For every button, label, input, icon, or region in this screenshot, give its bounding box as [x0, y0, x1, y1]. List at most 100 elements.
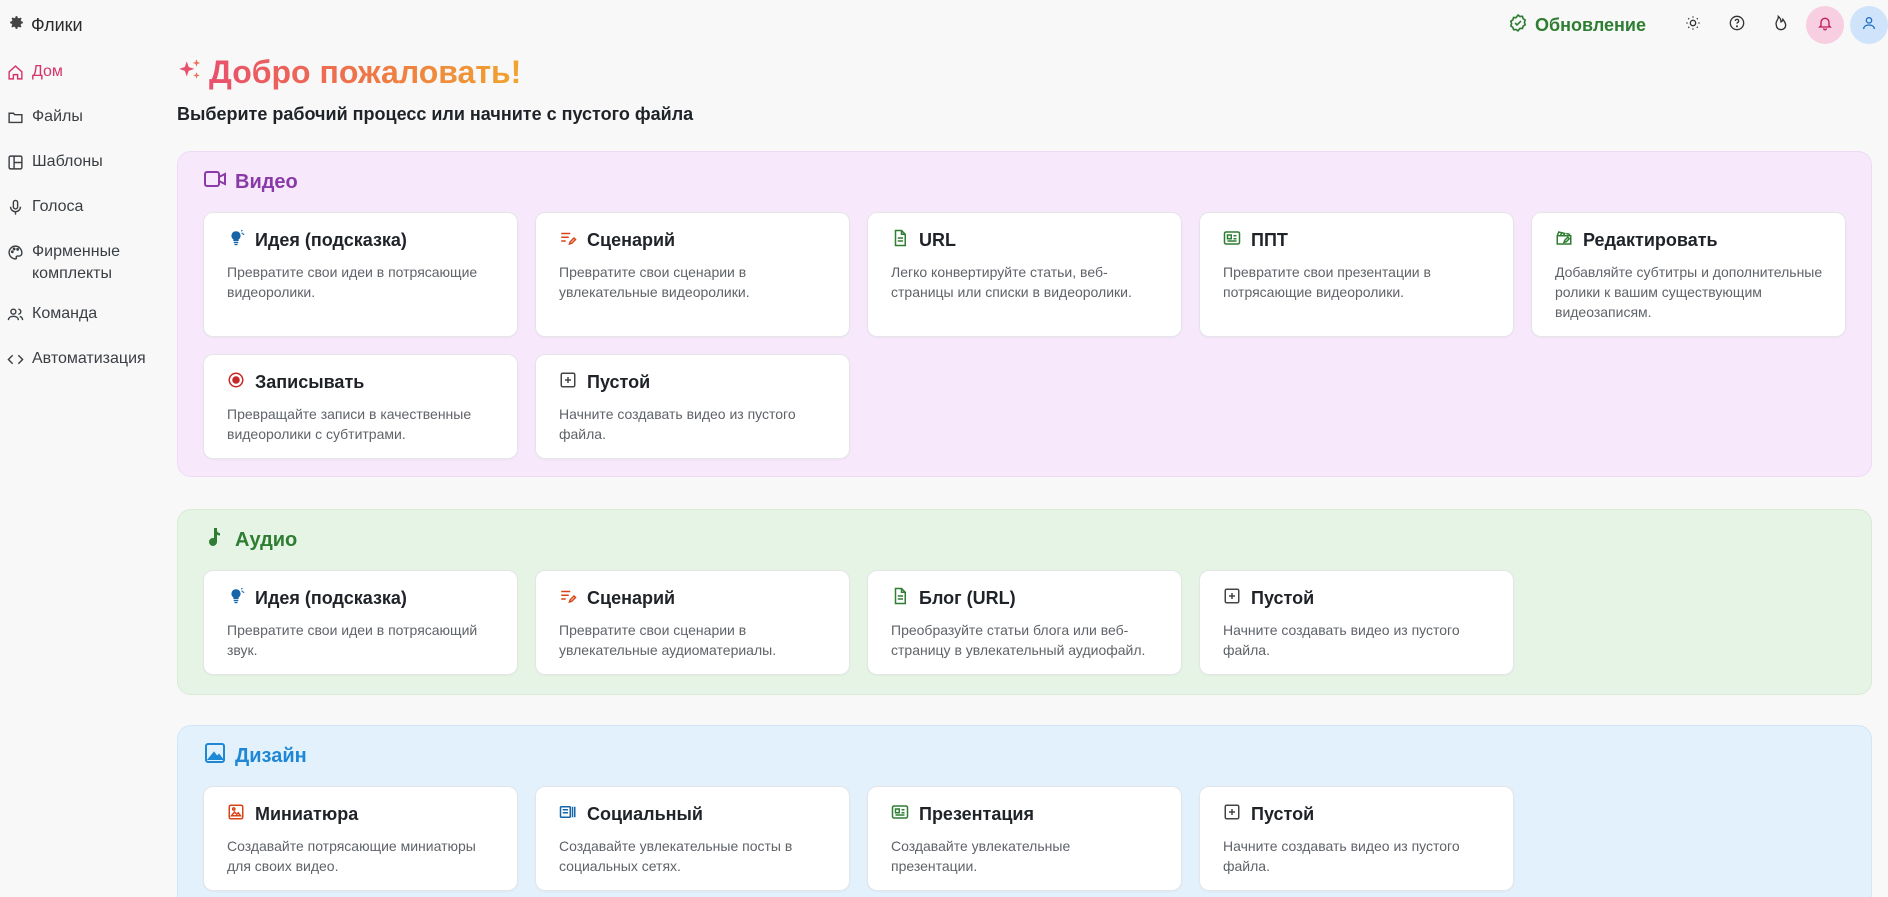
- user-menu-button[interactable]: [1850, 6, 1888, 44]
- card-description: Создавайте увлекательные посты в социаль…: [559, 838, 793, 874]
- flame-icon: [1773, 14, 1789, 36]
- audio-script-card[interactable]: Сценарий Превратите свои сценарии в увле…: [535, 570, 850, 675]
- audio-blog-url-card[interactable]: Блог (URL) Преобразуйте статьи блога или…: [867, 570, 1182, 675]
- document-icon: [891, 587, 909, 610]
- video-script-card[interactable]: Сценарий Превратите свои сценарии в увле…: [535, 212, 850, 337]
- gear-logo-icon: [8, 14, 25, 36]
- thumbnail-image-icon: [227, 803, 245, 826]
- audio-blank-card[interactable]: Пустой Начните создавать видео из пустог…: [1199, 570, 1514, 675]
- card-title: ППТ: [1251, 230, 1288, 250]
- sidebar-item-label: Фирменные комплекты: [32, 243, 120, 282]
- video-camera-icon: [203, 167, 227, 197]
- sidebar-item-label: Команда: [32, 305, 98, 322]
- design-cards: Миниатюра Создавайте потрясающие миниатю…: [203, 786, 1846, 891]
- design-presentation-card[interactable]: Презентация Создавайте увлекательные пре…: [867, 786, 1182, 891]
- video-section-title: Видео: [203, 168, 1846, 196]
- code-icon: [7, 348, 24, 375]
- sidebar-item-automation[interactable]: Автоматизация: [0, 339, 165, 384]
- notifications-button[interactable]: [1806, 6, 1844, 44]
- sidebar: Дом Файлы Шаблоны Голоса Фирменные компл…: [0, 52, 165, 384]
- topbar-controls: Обновление: [1508, 6, 1888, 44]
- card-title: Пустой: [1251, 804, 1315, 824]
- card-title: Сценарий: [587, 230, 676, 250]
- card-description: Превращайте записи в качественные видеор…: [227, 406, 472, 442]
- video-section: Видео Идея (подсказка) Превратите свои и…: [177, 151, 1872, 477]
- plus-square-icon: [1223, 803, 1241, 826]
- users-icon: [7, 303, 24, 330]
- sidebar-item-label: Файлы: [32, 108, 83, 125]
- sidebar-item-templates[interactable]: Шаблоны: [0, 142, 165, 187]
- folder-icon: [7, 106, 24, 133]
- sidebar-item-home[interactable]: Дом: [0, 52, 165, 97]
- welcome-title: Добро пожаловать!: [209, 53, 522, 90]
- lightbulb-icon: [227, 229, 245, 252]
- card-title: Редактировать: [1583, 230, 1718, 250]
- question-icon: [1729, 15, 1745, 36]
- audio-idea-card[interactable]: Идея (подсказка) Превратите свои идеи в …: [203, 570, 518, 675]
- app-logo[interactable]: Флики: [8, 14, 83, 36]
- section-label: Видео: [235, 170, 298, 193]
- document-icon: [891, 229, 909, 252]
- video-record-card[interactable]: Записывать Превращайте записи в качестве…: [203, 354, 518, 459]
- plus-square-icon: [1223, 587, 1241, 610]
- image-icon: [203, 741, 227, 771]
- update-button[interactable]: Обновление: [1508, 13, 1646, 38]
- design-social-card[interactable]: Социальный Создавайте увлекательные пост…: [535, 786, 850, 891]
- sidebar-item-label: Голоса: [32, 198, 84, 215]
- card-description: Превратите свои презентации в потрясающи…: [1223, 264, 1431, 300]
- card-title: Идея (подсказка): [255, 230, 407, 250]
- update-label: Обновление: [1535, 14, 1646, 35]
- script-edit-icon: [559, 587, 577, 610]
- design-thumbnail-card[interactable]: Миниатюра Создавайте потрясающие миниатю…: [203, 786, 518, 891]
- design-blank-card[interactable]: Пустой Начните создавать видео из пустог…: [1199, 786, 1514, 891]
- video-idea-card[interactable]: Идея (подсказка) Превратите свои идеи в …: [203, 212, 518, 337]
- page-subtitle: Выберите рабочий процесс или начните с п…: [177, 104, 694, 124]
- card-description: Начните создавать видео из пустого файла…: [1223, 838, 1460, 874]
- design-section-title: Дизайн: [203, 742, 1846, 770]
- card-title: Идея (подсказка): [255, 588, 407, 608]
- card-description: Начните создавать видео из пустого файла…: [559, 406, 796, 442]
- app-name: Флики: [31, 14, 83, 35]
- card-description: Создавайте увлекательные презентации.: [891, 838, 1071, 874]
- video-cards: Идея (подсказка) Превратите свои идеи в …: [203, 212, 1846, 459]
- sidebar-item-label: Автоматизация: [32, 350, 146, 367]
- social-post-icon: [559, 803, 577, 826]
- streak-button[interactable]: [1762, 6, 1800, 44]
- card-description: Преобразуйте статьи блога или веб-страни…: [891, 622, 1146, 658]
- section-label: Аудио: [235, 528, 298, 551]
- card-title: Пустой: [1251, 588, 1315, 608]
- video-edit-card[interactable]: Редактировать Добавляйте субтитры и допо…: [1531, 212, 1846, 337]
- main-content: Добро пожаловать! Выберите рабочий проце…: [177, 52, 1872, 897]
- plus-square-icon: [559, 371, 577, 394]
- mic-icon: [7, 196, 24, 223]
- check-badge-icon: [1508, 13, 1528, 38]
- palette-icon: [7, 241, 24, 268]
- card-title: Социальный: [587, 804, 703, 824]
- video-url-card[interactable]: URL Легко конвертируйте статьи, веб-стра…: [867, 212, 1182, 337]
- sidebar-item-label: Дом: [32, 63, 63, 80]
- theme-toggle-button[interactable]: [1674, 6, 1712, 44]
- help-button[interactable]: [1718, 6, 1756, 44]
- bell-icon: [1817, 15, 1833, 36]
- design-section: Дизайн Миниатюра Создавайте потрясающие …: [177, 725, 1872, 897]
- card-title: Презентация: [919, 804, 1034, 824]
- card-description: Начните создавать видео из пустого файла…: [1223, 622, 1460, 658]
- sidebar-item-team[interactable]: Команда: [0, 294, 165, 339]
- card-title: Пустой: [587, 372, 651, 392]
- user-icon: [1861, 15, 1877, 36]
- card-description: Создавайте потрясающие миниатюры для сво…: [227, 838, 476, 874]
- sidebar-item-files[interactable]: Файлы: [0, 97, 165, 142]
- lightbulb-icon: [227, 587, 245, 610]
- video-ppt-card[interactable]: ППТ Превратите свои презентации в потряс…: [1199, 212, 1514, 337]
- presentation-icon: [1223, 229, 1241, 252]
- sidebar-item-brand-kits[interactable]: Фирменные комплекты: [0, 232, 165, 294]
- card-title: Блог (URL): [919, 588, 1016, 608]
- presentation-icon: [891, 803, 909, 826]
- sun-icon: [1685, 15, 1701, 36]
- card-description: Превратите свои идеи в потрясающий звук.: [227, 622, 478, 658]
- card-title: Миниатюра: [255, 804, 359, 824]
- sidebar-item-voices[interactable]: Голоса: [0, 187, 165, 232]
- card-description: Легко конвертируйте статьи, веб-страницы…: [891, 264, 1132, 300]
- video-blank-card[interactable]: Пустой Начните создавать видео из пустог…: [535, 354, 850, 459]
- card-description: Превратите свои идеи в потрясающие видео…: [227, 264, 478, 300]
